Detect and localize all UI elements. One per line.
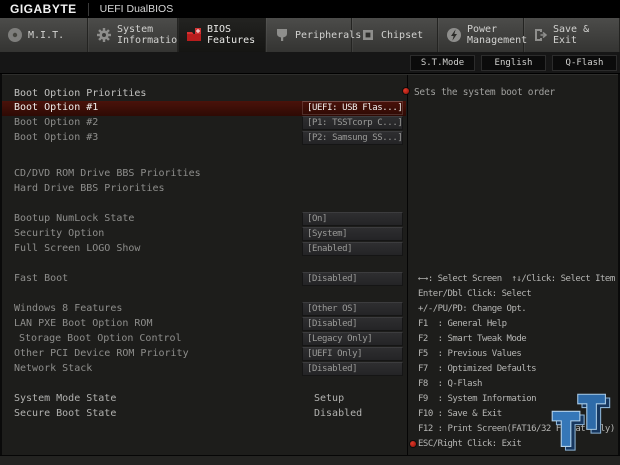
gear-icon (96, 27, 112, 43)
setting-label: Security Option (14, 228, 104, 239)
row-cd-dvd-rom-drive-bbs-priorities[interactable]: CD/DVD ROM Drive BBS Priorities (2, 167, 406, 182)
setting-label: Boot Option Priorities (14, 88, 146, 99)
product-title: UEFI DualBIOS (100, 3, 174, 15)
tab-m-i-t[interactable]: M.I.T. (0, 18, 88, 52)
row-secure-boot-state: Secure Boot State Disabled (2, 407, 406, 422)
value-full-screen-logo-show[interactable]: [Enabled] (302, 242, 403, 256)
row-lan-pxe-boot-option-rom[interactable]: LAN PXE Boot Option ROM [Disabled] (2, 317, 406, 332)
row-security-option[interactable]: Security Option [System] (2, 227, 406, 242)
s-t-mode-button[interactable]: S.T.Mode (410, 55, 475, 71)
setting-label: Secure Boot State (14, 408, 116, 419)
q-flash-button[interactable]: Q-Flash (552, 55, 617, 71)
settings-list: Boot Option Priorities Boot Option #1 [UEF… (2, 75, 406, 455)
value-lan-pxe-boot-option-rom[interactable]: [Disabled] (302, 317, 403, 331)
tab-label: BIOS Features (207, 24, 255, 46)
key-hint: +/-/PU/PD: Change Opt. (413, 302, 617, 317)
row-boot-option-1[interactable]: Boot Option #1 [UEFI: USB Flas...] (2, 101, 406, 116)
power-bolt-icon (446, 27, 462, 43)
value-fast-boot[interactable]: [Disabled] (302, 272, 403, 286)
setting-label: Other PCI Device ROM Priority (14, 348, 189, 359)
tab-peripherals[interactable]: Peripherals (266, 18, 352, 52)
plug-icon (274, 27, 290, 43)
setting-label: Windows 8 Features (14, 303, 122, 314)
bios-screen: GIGABYTE UEFI DualBIOS M.I.T. System Info… (0, 0, 620, 465)
row-network-stack[interactable]: Network Stack [Disabled] (2, 362, 406, 377)
tab-label: Chipset (381, 30, 423, 41)
tab-save-exit[interactable]: Save & Exit (524, 18, 620, 52)
setting-label: Fast Boot (14, 273, 68, 284)
red-dot-icon (410, 441, 416, 447)
setting-label: Boot Option #2 (14, 117, 98, 128)
row-storage-boot-option-control[interactable]: Storage Boot Option Control [Legacy Only] (2, 332, 406, 347)
spacer (2, 377, 406, 392)
setting-label: System Mode State (14, 393, 116, 404)
red-folder-icon (186, 27, 202, 43)
row-windows-8-features[interactable]: Windows 8 Features [Other OS] (2, 302, 406, 317)
gigabyte-logo: GIGABYTE (10, 2, 77, 16)
status-value-system-mode-state: Setup (314, 393, 344, 404)
tab-bar: M.I.T. System Information BIOS Features Per… (0, 18, 620, 52)
row-boot-option-priorities: Boot Option Priorities (2, 87, 406, 101)
quick-bar: S.T.Mode English Q-Flash (0, 52, 620, 74)
key-hint: F7 : Optimized Defaults (413, 362, 617, 377)
setting-label: Storage Boot Option Control (19, 333, 182, 344)
value-security-option[interactable]: [System] (302, 227, 403, 241)
key-hint: ←→: Select Screen ↑↓/Click: Select Item (413, 272, 617, 287)
setting-label: Hard Drive BBS Priorities (14, 183, 165, 194)
spacer (2, 287, 406, 302)
tab-label: Power Management (467, 24, 527, 46)
value-boot-option-1[interactable]: [UEFI: USB Flas...] (302, 101, 403, 115)
value-windows-8-features[interactable]: [Other OS] (302, 302, 403, 316)
tab-system-information[interactable]: System Information (88, 18, 178, 52)
key-hint: F1 : General Help (413, 317, 617, 332)
row-boot-option-3[interactable]: Boot Option #3 [P2: Samsung SS...] (2, 131, 406, 146)
red-dot-icon (403, 88, 409, 94)
spacer (2, 257, 406, 272)
row-system-mode-state: System Mode State Setup (2, 392, 406, 407)
key-hint: Enter/Dbl Click: Select (413, 287, 617, 302)
key-hint: F8 : Q-Flash (413, 377, 617, 392)
mit-dial-icon (7, 27, 23, 43)
title-bar: GIGABYTE UEFI DualBIOS (0, 0, 620, 18)
value-bootup-numlock-state[interactable]: [On] (302, 212, 403, 226)
value-boot-option-2[interactable]: [P1: TSSTcorp C...] (302, 116, 403, 130)
exit-door-icon (532, 27, 548, 43)
chip-icon (360, 27, 376, 43)
help-description: Sets the system boot order (414, 87, 555, 98)
value-boot-option-3[interactable]: [P2: Samsung SS...] (302, 131, 403, 145)
setting-label: Full Screen LOGO Show (14, 243, 140, 254)
tab-bios-features[interactable]: BIOS Features (178, 18, 266, 52)
row-hard-drive-bbs-priorities[interactable]: Hard Drive BBS Priorities (2, 182, 406, 197)
row-fast-boot[interactable]: Fast Boot [Disabled] (2, 272, 406, 287)
setting-label: Boot Option #3 (14, 132, 98, 143)
tab-chipset[interactable]: Chipset (352, 18, 438, 52)
key-hint: F5 : Previous Values (413, 347, 617, 362)
setting-label: LAN PXE Boot Option ROM (14, 318, 152, 329)
setting-label: Network Stack (14, 363, 92, 374)
setting-label: CD/DVD ROM Drive BBS Priorities (14, 168, 201, 179)
tweaktown-watermark (549, 393, 615, 453)
value-network-stack[interactable]: [Disabled] (302, 362, 403, 376)
value-storage-boot-option-control[interactable]: [Legacy Only] (302, 332, 403, 346)
tab-label: System Information (117, 24, 183, 46)
english-button[interactable]: English (481, 55, 546, 71)
row-other-pci-device-rom-priority[interactable]: Other PCI Device ROM Priority [UEFI Only] (2, 347, 406, 362)
tab-label: M.I.T. (28, 30, 64, 41)
value-other-pci-device-rom-priority[interactable]: [UEFI Only] (302, 347, 403, 361)
settings-area: Boot Option Priorities Boot Option #1 [UEF… (2, 74, 618, 455)
row-full-screen-logo-show[interactable]: Full Screen LOGO Show [Enabled] (2, 242, 406, 257)
setting-label: Bootup NumLock State (14, 213, 134, 224)
tab-label: Save & Exit (553, 24, 619, 46)
setting-label: Boot Option #1 (14, 102, 98, 113)
tab-power-management[interactable]: Power Management (438, 18, 524, 52)
title-divider (88, 3, 89, 16)
bottom-strip (0, 455, 620, 465)
spacer (2, 197, 406, 212)
key-hint: F2 : Smart Tweak Mode (413, 332, 617, 347)
spacer (2, 146, 406, 167)
row-boot-option-2[interactable]: Boot Option #2 [P1: TSSTcorp C...] (2, 116, 406, 131)
help-panel: Sets the system boot order ←→: Select Sc… (407, 75, 618, 455)
status-value-secure-boot-state: Disabled (314, 408, 362, 419)
row-bootup-numlock-state[interactable]: Bootup NumLock State [On] (2, 212, 406, 227)
